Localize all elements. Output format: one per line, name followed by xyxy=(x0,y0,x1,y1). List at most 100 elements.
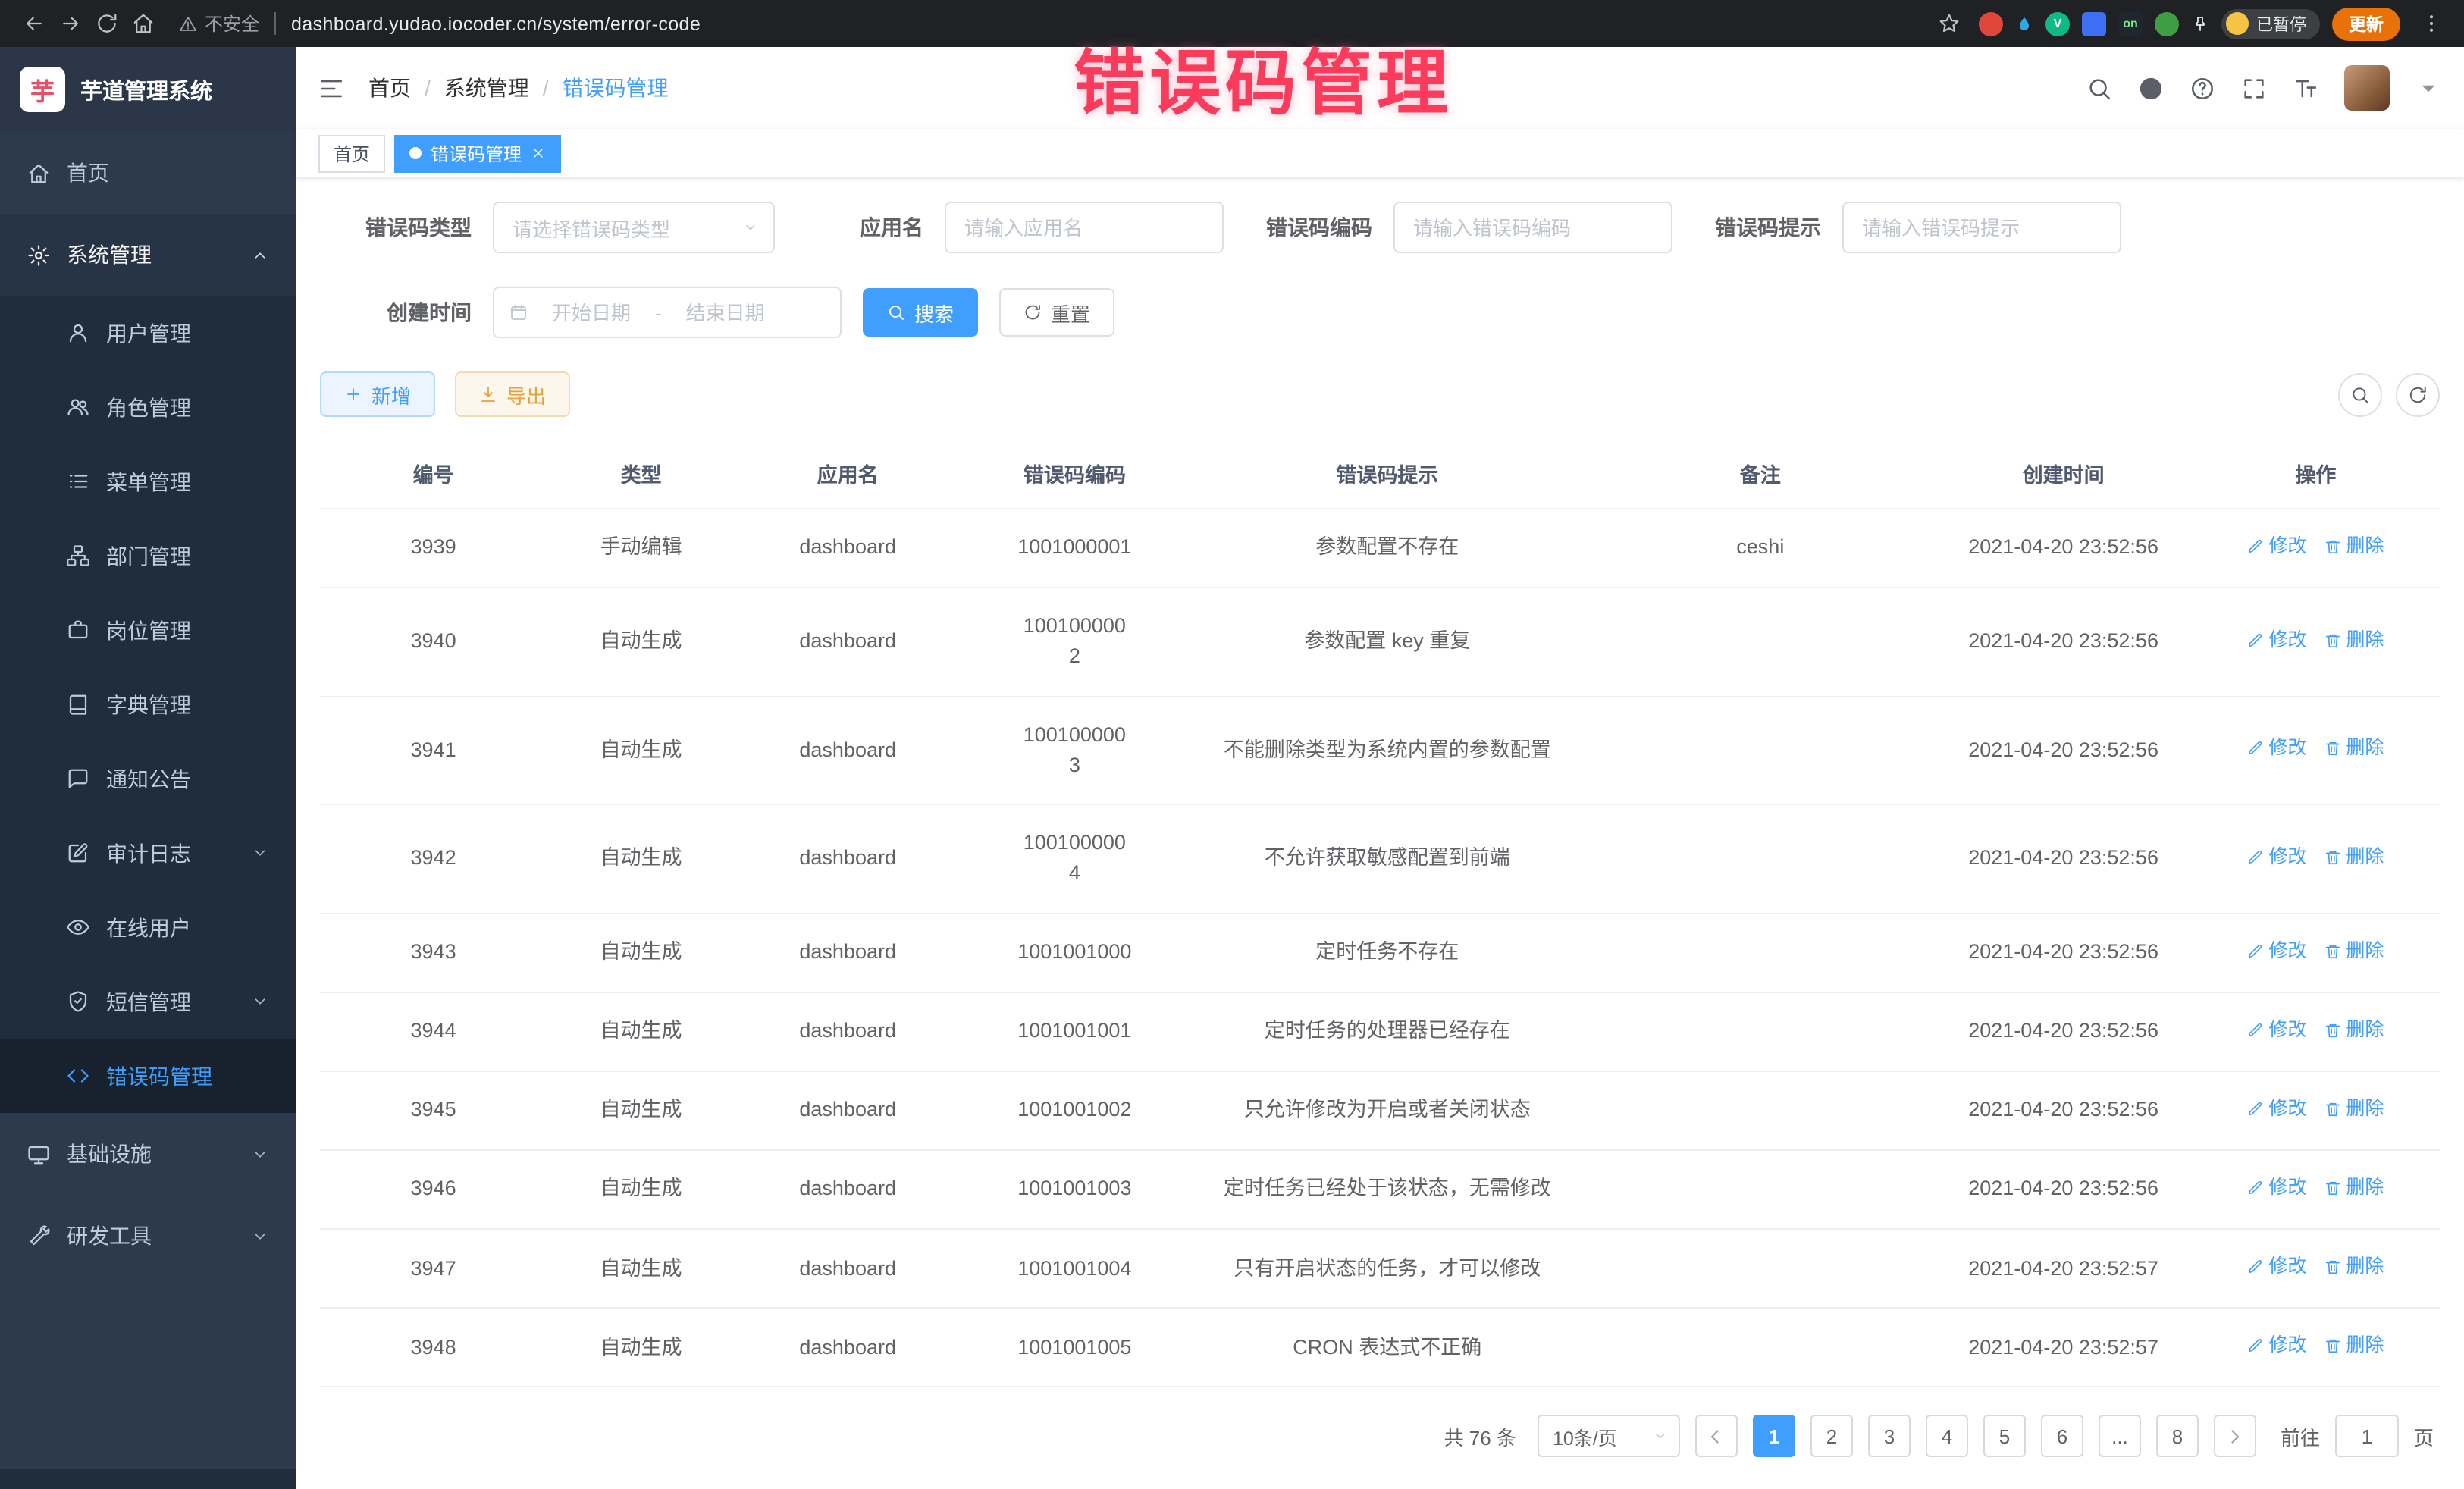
url-text[interactable]: dashboard.yudao.iocoder.cn/system/error-… xyxy=(291,13,701,34)
edit-link[interactable]: 修改 xyxy=(2247,1095,2306,1124)
end-date-input[interactable] xyxy=(671,301,780,324)
sidebar-item-6[interactable]: 岗位管理 xyxy=(0,593,296,667)
date-range-picker[interactable]: - xyxy=(493,287,842,338)
font-size-icon[interactable] xyxy=(2293,75,2318,101)
sidebar-item-4[interactable]: 菜单管理 xyxy=(0,444,296,519)
sidebar-item-12[interactable]: 错误码管理 xyxy=(0,1039,296,1113)
edit-link[interactable]: 修改 xyxy=(2247,936,2306,965)
page-button-5[interactable]: 5 xyxy=(1983,1415,2026,1458)
browser-menu-icon[interactable] xyxy=(2412,5,2449,42)
error-hint-input[interactable] xyxy=(1842,202,2121,253)
edit-link[interactable]: 修改 xyxy=(2247,843,2306,872)
delete-link[interactable]: 删除 xyxy=(2324,626,2384,655)
sidebar-item-3[interactable]: 角色管理 xyxy=(0,370,296,444)
sidebar-item-14[interactable]: 研发工具 xyxy=(0,1195,296,1277)
edit-link[interactable]: 修改 xyxy=(2247,735,2306,763)
cell-code: 1001001003 xyxy=(960,1150,1189,1229)
tab-0[interactable]: 首页 xyxy=(318,134,385,172)
delete-link[interactable]: 删除 xyxy=(2324,843,2384,872)
edit-link[interactable]: 修改 xyxy=(2247,1016,2306,1045)
sidebar-item-13[interactable]: 基础设施 xyxy=(0,1113,296,1195)
record-extension-icon[interactable] xyxy=(1979,11,2003,36)
sidebar-item-5[interactable]: 部门管理 xyxy=(0,519,296,593)
delete-link[interactable]: 删除 xyxy=(2324,735,2384,763)
sidebar-toggle-icon[interactable] xyxy=(318,75,344,101)
fullscreen-icon[interactable] xyxy=(2241,75,2267,101)
sidebar-item-8[interactable]: 通知公告 xyxy=(0,741,296,816)
refresh-table-button[interactable] xyxy=(2396,372,2440,416)
browser-reload-icon[interactable] xyxy=(88,5,124,42)
sidebar-item-0[interactable]: 首页 xyxy=(0,132,296,214)
edit-link[interactable]: 修改 xyxy=(2247,1174,2306,1202)
profile-paused-badge[interactable]: 已暂停 xyxy=(2221,8,2320,39)
delete-link[interactable]: 删除 xyxy=(2324,1252,2384,1281)
prev-page-button[interactable] xyxy=(1695,1415,1738,1458)
edit-link[interactable]: 修改 xyxy=(2247,1252,2306,1281)
page-button-6[interactable]: 6 xyxy=(2041,1415,2083,1458)
page-button-4[interactable]: 4 xyxy=(1926,1415,1968,1458)
page-button-8[interactable]: 8 xyxy=(2156,1415,2199,1458)
edit-link[interactable]: 修改 xyxy=(2247,532,2306,561)
picker-extension-icon[interactable] xyxy=(2015,14,2033,33)
page-button-3[interactable]: 3 xyxy=(1868,1415,1911,1458)
browser-update-button[interactable]: 更新 xyxy=(2332,7,2400,40)
cell-app: dashboard xyxy=(735,588,960,696)
browser-forward-icon[interactable] xyxy=(52,5,88,42)
sidebar-item-11[interactable]: 短信管理 xyxy=(0,964,296,1039)
sidebar-item-10[interactable]: 在线用户 xyxy=(0,890,296,964)
app-logo[interactable]: 芋 芋道管理系统 xyxy=(0,47,296,132)
sidebar-item-1[interactable]: 系统管理 xyxy=(0,214,296,296)
goto-page-input[interactable] xyxy=(2335,1415,2399,1458)
delete-link[interactable]: 删除 xyxy=(2324,1016,2384,1045)
sidebar-item-7[interactable]: 字典管理 xyxy=(0,667,296,741)
pencil-icon xyxy=(2247,848,2264,865)
start-date-input[interactable] xyxy=(537,301,646,324)
page-button-2[interactable]: 2 xyxy=(1810,1415,1853,1458)
v-extension-icon[interactable]: V xyxy=(2045,11,2070,36)
page-button-1[interactable]: 1 xyxy=(1753,1415,1795,1458)
tab-1[interactable]: 错误码管理 xyxy=(394,134,561,172)
user-avatar[interactable] xyxy=(2344,65,2390,111)
reset-button[interactable]: 重置 xyxy=(999,288,1114,337)
sidebar-item-9[interactable]: 审计日志 xyxy=(0,816,296,890)
cell-actions: 修改删除 xyxy=(2192,509,2440,588)
chevron-down-icon xyxy=(743,220,758,235)
toggle-search-button[interactable] xyxy=(2338,372,2382,416)
export-button[interactable]: 导出 xyxy=(455,371,570,417)
sidebar-item-2[interactable]: 用户管理 xyxy=(0,296,296,370)
browser-home-icon[interactable] xyxy=(124,5,161,42)
trash-icon xyxy=(2324,740,2341,757)
close-icon[interactable] xyxy=(531,146,546,161)
switch-extension-icon[interactable]: on xyxy=(2118,11,2143,36)
cell-type: 自动生成 xyxy=(547,913,735,992)
search-button[interactable]: 搜索 xyxy=(863,288,978,337)
page-size-select[interactable]: 10条/页 xyxy=(1538,1415,1680,1458)
delete-link[interactable]: 删除 xyxy=(2324,532,2384,561)
delete-link[interactable]: 删除 xyxy=(2324,936,2384,965)
github-icon[interactable] xyxy=(2138,75,2164,101)
error-code-input[interactable] xyxy=(1393,202,1672,253)
next-page-button[interactable] xyxy=(2214,1415,2256,1458)
edit-link[interactable]: 修改 xyxy=(2247,626,2306,655)
table-row: 3942自动生成dashboard100100000 4不允许获取敏感配置到前端… xyxy=(320,804,2440,913)
delete-link[interactable]: 删除 xyxy=(2324,1095,2384,1124)
caret-down-icon[interactable] xyxy=(2415,75,2441,101)
browser-back-icon[interactable] xyxy=(15,5,52,42)
green-extension-icon[interactable] xyxy=(2155,11,2179,36)
app-name-input[interactable] xyxy=(945,202,1224,253)
delete-link[interactable]: 删除 xyxy=(2324,1332,2384,1361)
search-icon[interactable] xyxy=(2086,75,2112,101)
breadcrumb-item-0[interactable]: 首页 xyxy=(368,73,411,103)
grid-extension-icon[interactable] xyxy=(2082,11,2106,36)
error-type-select[interactable]: 请选择错误码类型 xyxy=(493,202,775,253)
page-unit-label: 页 xyxy=(2414,1422,2434,1451)
delete-link[interactable]: 删除 xyxy=(2324,1174,2384,1202)
edit-link[interactable]: 修改 xyxy=(2247,1332,2306,1361)
bookmark-star-icon[interactable] xyxy=(1930,5,1967,42)
pin-extension-icon[interactable] xyxy=(2191,14,2209,33)
page-ellipsis[interactable]: ... xyxy=(2099,1415,2141,1458)
add-button[interactable]: 新增 xyxy=(320,371,435,417)
security-badge[interactable]: 不安全 xyxy=(179,11,259,36)
breadcrumb-item-1[interactable]: 系统管理 xyxy=(444,73,529,103)
question-icon[interactable] xyxy=(2190,75,2215,101)
